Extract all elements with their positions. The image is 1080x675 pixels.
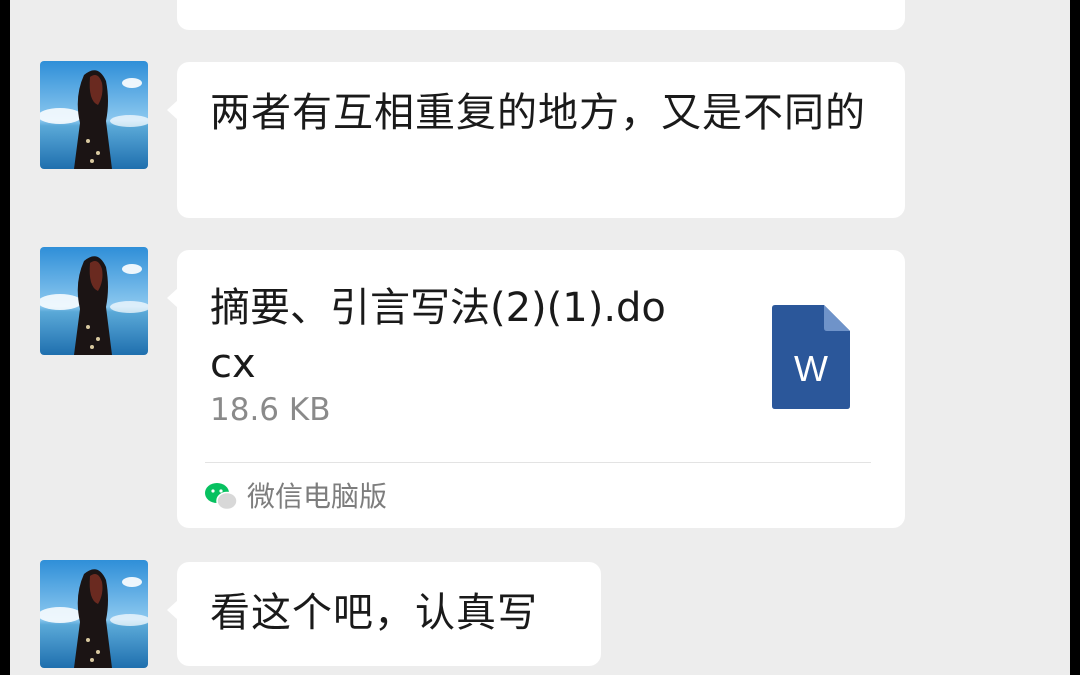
bubble-tail <box>167 288 178 308</box>
avatar[interactable] <box>40 61 148 169</box>
message-text: 看这个吧，认真写 <box>210 590 538 636</box>
avatar[interactable] <box>40 247 148 355</box>
file-name: 摘要、引言写法(2)(1).docx <box>210 285 666 387</box>
file-message-card[interactable]: 摘要、引言写法(2)(1).docx 18.6 KB W 微信电脑版 <box>167 250 905 528</box>
bubble-tail <box>167 600 178 620</box>
message-bubble-text[interactable]: 看这个吧，认真写 <box>167 562 601 666</box>
avatar[interactable] <box>40 560 148 668</box>
source-app-label: 微信电脑版 <box>247 480 388 513</box>
divider <box>205 462 871 463</box>
message-bubble-partial[interactable] <box>177 0 905 30</box>
word-icon-letter: W <box>794 348 828 389</box>
bubble-tail <box>167 100 178 120</box>
chat-panel: 两者有互相重复的地方，又是不同的 摘要、引言写法(2)(1).docx 18.6… <box>10 0 1070 675</box>
file-size: 18.6 KB <box>210 392 331 428</box>
word-document-icon: W <box>772 305 850 409</box>
wechat-icon <box>205 482 238 511</box>
message-text: 两者有互相重复的地方，又是不同的 <box>210 90 866 136</box>
message-bubble-text[interactable]: 两者有互相重复的地方，又是不同的 <box>167 62 905 218</box>
